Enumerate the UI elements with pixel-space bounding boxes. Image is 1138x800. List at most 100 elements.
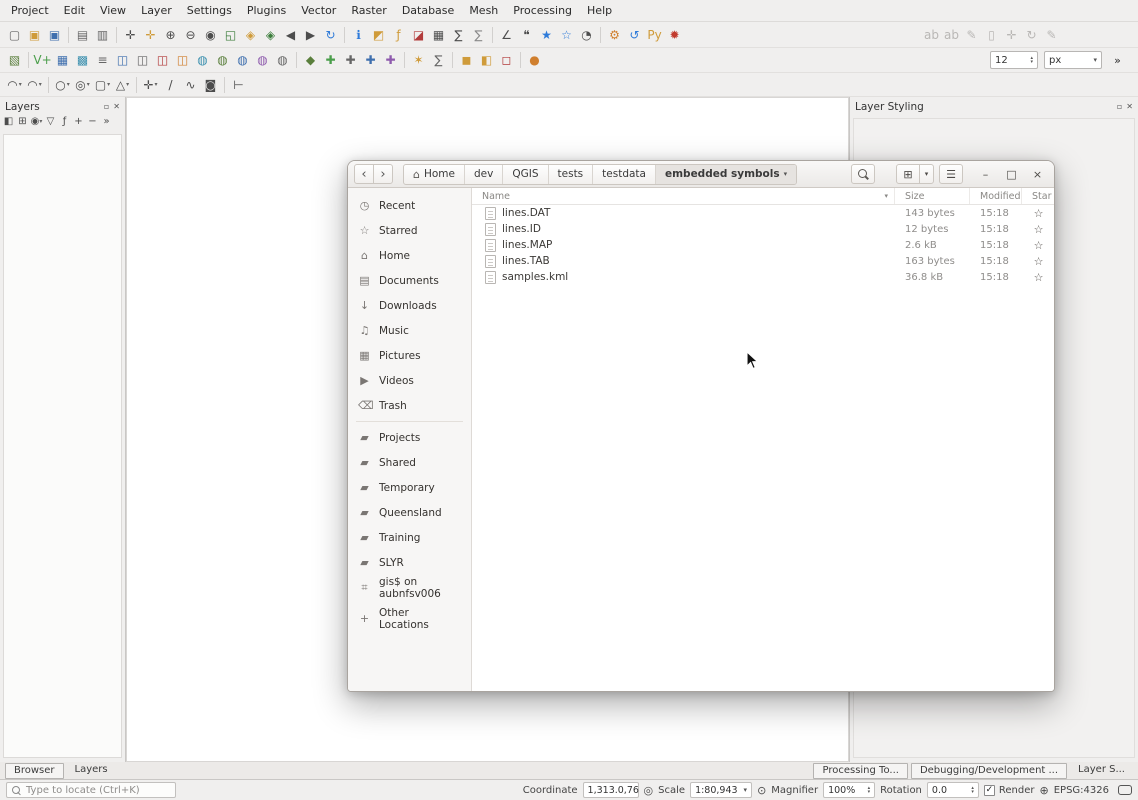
sidebar-item-downloads[interactable]: ↓ Downloads xyxy=(348,293,471,318)
menu-raster[interactable]: Raster xyxy=(344,2,393,19)
add-delimited-text-layer-icon[interactable]: ≡ xyxy=(93,50,112,70)
add-circle-icon[interactable]: ○▾ xyxy=(53,75,72,95)
data-source-manager-icon[interactable]: ▧ xyxy=(5,50,24,70)
add-mssql-layer-icon[interactable]: ◫ xyxy=(153,50,172,70)
layers-tree[interactable] xyxy=(3,134,122,758)
sidebar-item-home[interactable]: ⌂ Home xyxy=(348,243,471,268)
move-label-icon[interactable]: ✛ xyxy=(1002,25,1021,45)
fill-ring-icon[interactable]: ◙ xyxy=(201,75,220,95)
path-tests[interactable]: tests xyxy=(549,165,594,184)
annotation-icon[interactable]: ● xyxy=(525,50,544,70)
star-toggle-icon[interactable]: ☆ xyxy=(1034,207,1044,220)
column-header-modified[interactable]: Modified xyxy=(970,188,1022,204)
sidebar-item-temporary[interactable]: ▰ Temporary xyxy=(348,475,471,500)
close-button[interactable]: × xyxy=(1029,166,1046,183)
trim-extend-icon[interactable]: ⊢ xyxy=(229,75,248,95)
sidebar-item-queensland[interactable]: ▰ Queensland xyxy=(348,500,471,525)
open-attribute-table-icon[interactable]: ▦ xyxy=(429,25,448,45)
show-bookmarks-icon[interactable]: ☆ xyxy=(557,25,576,45)
extents-toggle-icon[interactable]: ◎ xyxy=(644,784,654,797)
add-wcs-layer-icon[interactable]: ◍ xyxy=(213,50,232,70)
crs-globe-icon[interactable]: ⊕ xyxy=(1040,784,1049,797)
menu-vector[interactable]: Vector xyxy=(294,2,343,19)
menu-help[interactable]: Help xyxy=(580,2,619,19)
layer-labeling-icon[interactable]: ab xyxy=(922,25,941,45)
font-size-spinbox[interactable]: 12 ▴▾ xyxy=(990,51,1038,69)
show-statistics-icon[interactable]: ∑ xyxy=(429,50,448,70)
sidebar-item-other-locations[interactable]: + Other Locations xyxy=(348,606,471,631)
add-oracle-layer-icon[interactable]: ◫ xyxy=(173,50,192,70)
project-new-icon[interactable]: ▢ xyxy=(5,25,24,45)
deselect-all-icon[interactable]: ◻ xyxy=(497,50,516,70)
sidebar-item-music[interactable]: ♫ Music xyxy=(348,318,471,343)
back-button[interactable]: ‹ xyxy=(354,164,374,184)
zoom-next-icon[interactable]: ▶ xyxy=(301,25,320,45)
tab-processing-toolbox[interactable]: Processing To... xyxy=(813,763,907,779)
split-features-icon[interactable]: / xyxy=(161,75,180,95)
change-label-properties-icon[interactable]: ✎ xyxy=(1042,25,1061,45)
invert-selection-icon[interactable]: ◧ xyxy=(477,50,496,70)
open-layer-styling-panel-icon[interactable]: ◧ xyxy=(2,116,15,127)
file-row[interactable]: lines.TAB 163 bytes 15:18 ☆ xyxy=(472,253,1054,269)
spinner-arrows-icon[interactable]: ▴▾ xyxy=(868,786,871,794)
sidebar-item-pictures[interactable]: ▦ Pictures xyxy=(348,343,471,368)
add-vector-layer-icon[interactable]: V+ xyxy=(33,50,52,70)
add-spatialite-layer-icon[interactable]: ◫ xyxy=(133,50,152,70)
star-toggle-icon[interactable]: ☆ xyxy=(1034,239,1044,252)
add-ellipse-icon[interactable]: ◎▾ xyxy=(73,75,92,95)
file-row[interactable]: lines.DAT 143 bytes 15:18 ☆ xyxy=(472,205,1054,221)
zoom-last-icon[interactable]: ◀ xyxy=(281,25,300,45)
sidebar-item-starred[interactable]: ☆ Starred xyxy=(348,218,471,243)
rotate-label-icon[interactable]: ↻ xyxy=(1022,25,1041,45)
tab-debugging-development[interactable]: Debugging/Development ... xyxy=(911,763,1067,779)
grid-view-button[interactable]: ⊞ xyxy=(896,164,920,184)
zoom-out-icon[interactable]: ⊖ xyxy=(181,25,200,45)
layer-diagram-icon[interactable]: ab xyxy=(942,25,961,45)
new-print-layout-icon[interactable]: ▤ xyxy=(73,25,92,45)
project-save-icon[interactable]: ▣ xyxy=(45,25,64,45)
search-button[interactable] xyxy=(851,164,875,184)
menu-mesh[interactable]: Mesh xyxy=(462,2,505,19)
add-rectangle-icon[interactable]: ▢▾ xyxy=(93,75,112,95)
spinner-arrows-icon[interactable]: ▴▾ xyxy=(971,786,974,794)
column-header-size[interactable]: Size xyxy=(895,188,970,204)
path-qgis[interactable]: QGIS xyxy=(503,165,548,184)
menu-view[interactable]: View xyxy=(93,2,133,19)
toolbar-extension-icon[interactable]: » xyxy=(1108,50,1127,70)
debugging-tools-icon[interactable]: ✹ xyxy=(665,25,684,45)
filter-legend-icon[interactable]: ▽ xyxy=(44,116,57,127)
sidebar-item-shared[interactable]: ▰ Shared xyxy=(348,450,471,475)
add-virtual-layer-icon[interactable]: ◍ xyxy=(273,50,292,70)
locate-search-input[interactable]: Type to locate (Ctrl+K) xyxy=(6,782,176,798)
temporal-controller-icon[interactable]: ◔ xyxy=(577,25,596,45)
zoom-in-icon[interactable]: ⊕ xyxy=(161,25,180,45)
sidebar-item-videos[interactable]: ▶ Videos xyxy=(348,368,471,393)
measure-line-icon[interactable]: ∠ xyxy=(497,25,516,45)
dock-close-icon[interactable]: ✕ xyxy=(1126,102,1133,111)
deselect-features-icon[interactable]: ◪ xyxy=(409,25,428,45)
sidebar-item-training[interactable]: ▰ Training xyxy=(348,525,471,550)
add-postgis-layer-icon[interactable]: ◫ xyxy=(113,50,132,70)
add-regular-polygon-icon[interactable]: △▾ xyxy=(113,75,132,95)
sidebar-item-trash[interactable]: ⌫ Trash xyxy=(348,393,471,418)
collapse-all-icon[interactable]: − xyxy=(86,116,99,127)
column-header-star[interactable]: Star xyxy=(1022,188,1055,204)
zoom-to-layer-icon[interactable]: ◈ xyxy=(261,25,280,45)
dock-float-icon[interactable]: ▫ xyxy=(104,102,109,111)
forward-button[interactable]: › xyxy=(373,164,393,184)
menu-edit[interactable]: Edit xyxy=(57,2,92,19)
minimize-button[interactable]: – xyxy=(977,166,994,183)
messages-icon[interactable] xyxy=(1118,785,1132,795)
path-embedded-symbols[interactable]: embedded symbols ▾ xyxy=(656,165,796,184)
file-row[interactable]: samples.kml 36.8 kB 15:18 ☆ xyxy=(472,269,1054,285)
add-xyz-layer-icon[interactable]: ◍ xyxy=(253,50,272,70)
column-header-name[interactable]: Name ▾ xyxy=(472,188,895,204)
menu-settings[interactable]: Settings xyxy=(180,2,239,19)
digitize-circular-string-radius-icon[interactable]: ◠▾ xyxy=(25,75,44,95)
tab-layer-styling[interactable]: Layer S... xyxy=(1070,763,1133,779)
zoom-native-icon[interactable]: ◉ xyxy=(201,25,220,45)
coordinate-input[interactable]: 1,313.0,76 xyxy=(583,782,639,798)
select-all-icon[interactable]: ◼ xyxy=(457,50,476,70)
path-testdata[interactable]: testdata xyxy=(593,165,656,184)
style-manager-icon[interactable]: ✶ xyxy=(409,50,428,70)
